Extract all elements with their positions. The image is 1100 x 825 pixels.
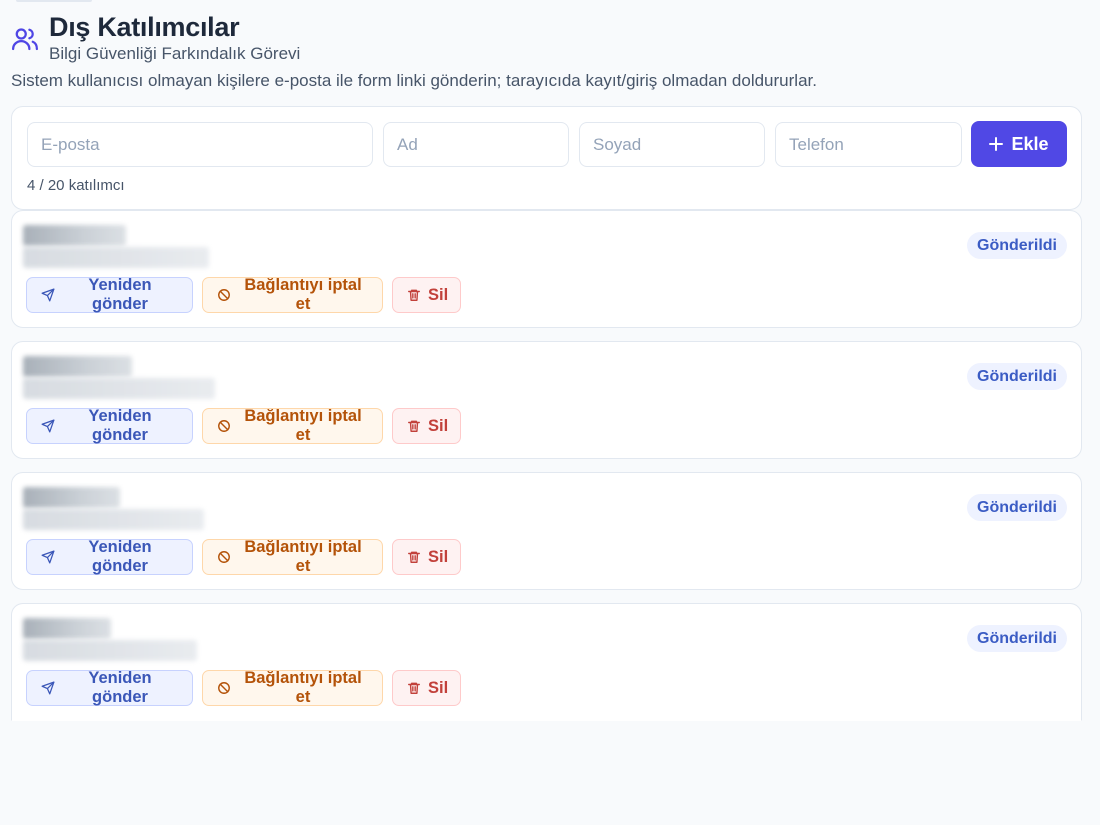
ban-icon bbox=[217, 681, 231, 695]
page-title: Dış Katılımcılar bbox=[49, 12, 240, 42]
plus-icon bbox=[989, 137, 1004, 151]
email-field[interactable] bbox=[27, 122, 373, 167]
participant-name-redacted bbox=[23, 225, 126, 246]
participant-card: Gönderildi Yeniden gönder Bağlantıyı ipt… bbox=[11, 603, 1082, 721]
delete-button[interactable]: Sil bbox=[392, 408, 461, 444]
send-icon bbox=[41, 550, 55, 564]
page-subtitle: Bilgi Güvenliği Farkındalık Görevi bbox=[49, 44, 301, 63]
delete-label: Sil bbox=[428, 285, 449, 304]
phone-field[interactable] bbox=[775, 122, 962, 167]
status-badge: Gönderildi bbox=[967, 363, 1067, 390]
participant-name-redacted bbox=[23, 356, 132, 377]
resend-button[interactable]: Yeniden gönder bbox=[26, 276, 193, 313]
revoke-label: Bağlantıyı iptal et bbox=[244, 407, 362, 444]
delete-label: Sil bbox=[428, 547, 449, 566]
revoke-link-button[interactable]: Bağlantıyı iptal et bbox=[202, 276, 383, 313]
participant-name-redacted bbox=[23, 618, 111, 639]
status-badge: Gönderildi bbox=[967, 494, 1067, 521]
revoke-label: Bağlantıyı iptal et bbox=[244, 538, 362, 575]
send-icon bbox=[41, 288, 55, 302]
participant-name-redacted bbox=[23, 487, 120, 508]
participant-email-redacted bbox=[23, 640, 197, 661]
resend-label: Yeniden gönder bbox=[88, 276, 152, 313]
status-badge: Gönderildi bbox=[967, 625, 1067, 652]
resend-label: Yeniden gönder bbox=[88, 407, 152, 444]
send-icon bbox=[41, 419, 55, 433]
resend-label: Yeniden gönder bbox=[88, 538, 152, 575]
revoke-label: Bağlantıyı iptal et bbox=[244, 276, 362, 313]
revoke-label: Bağlantıyı iptal et bbox=[244, 669, 362, 706]
send-icon bbox=[41, 681, 55, 695]
participant-email-redacted bbox=[23, 378, 215, 399]
revoke-link-button[interactable]: Bağlantıyı iptal et bbox=[202, 538, 383, 575]
header-text: Dış Katılımcılar Bilgi Güvenliği Farkınd… bbox=[49, 12, 300, 64]
last-name-field[interactable] bbox=[579, 122, 765, 167]
participant-email-redacted bbox=[23, 509, 204, 530]
status-badge: Gönderildi bbox=[967, 232, 1067, 259]
delete-label: Sil bbox=[428, 678, 449, 697]
add-button-label: Ekle bbox=[1011, 133, 1049, 154]
participant-card: Gönderildi Yeniden gönder Bağlantıyı ipt… bbox=[11, 210, 1082, 328]
ban-icon bbox=[217, 550, 231, 564]
page-header: Dış Katılımcılar Bilgi Güvenliği Farkınd… bbox=[10, 12, 300, 64]
delete-button[interactable]: Sil bbox=[392, 277, 461, 313]
participant-count: 4 / 20 katılımcı bbox=[27, 177, 125, 194]
resend-button[interactable]: Yeniden gönder bbox=[26, 538, 193, 575]
trash-icon bbox=[407, 681, 421, 695]
participant-email-redacted bbox=[23, 247, 209, 268]
revoke-link-button[interactable]: Bağlantıyı iptal et bbox=[202, 407, 383, 444]
resend-button[interactable]: Yeniden gönder bbox=[26, 669, 193, 706]
first-name-field[interactable] bbox=[383, 122, 569, 167]
ban-icon bbox=[217, 419, 231, 433]
participant-card: Gönderildi Yeniden gönder Bağlantıyı ipt… bbox=[11, 341, 1082, 459]
trash-icon bbox=[407, 419, 421, 433]
delete-label: Sil bbox=[428, 416, 449, 435]
delete-button[interactable]: Sil bbox=[392, 539, 461, 575]
users-icon bbox=[10, 24, 40, 54]
delete-button[interactable]: Sil bbox=[392, 670, 461, 706]
add-participant-form: Ekle 4 / 20 katılımcı bbox=[11, 106, 1082, 210]
resend-label: Yeniden gönder bbox=[88, 669, 152, 706]
add-participant-button[interactable]: Ekle bbox=[971, 121, 1067, 167]
page-description: Sistem kullanıcısı olmayan kişilere e-po… bbox=[11, 71, 817, 90]
participant-card: Gönderildi Yeniden gönder Bağlantıyı ipt… bbox=[11, 472, 1082, 590]
trash-icon bbox=[407, 288, 421, 302]
top-tab-indicator bbox=[16, 0, 92, 2]
revoke-link-button[interactable]: Bağlantıyı iptal et bbox=[202, 669, 383, 706]
ban-icon bbox=[217, 288, 231, 302]
trash-icon bbox=[407, 550, 421, 564]
resend-button[interactable]: Yeniden gönder bbox=[26, 407, 193, 444]
